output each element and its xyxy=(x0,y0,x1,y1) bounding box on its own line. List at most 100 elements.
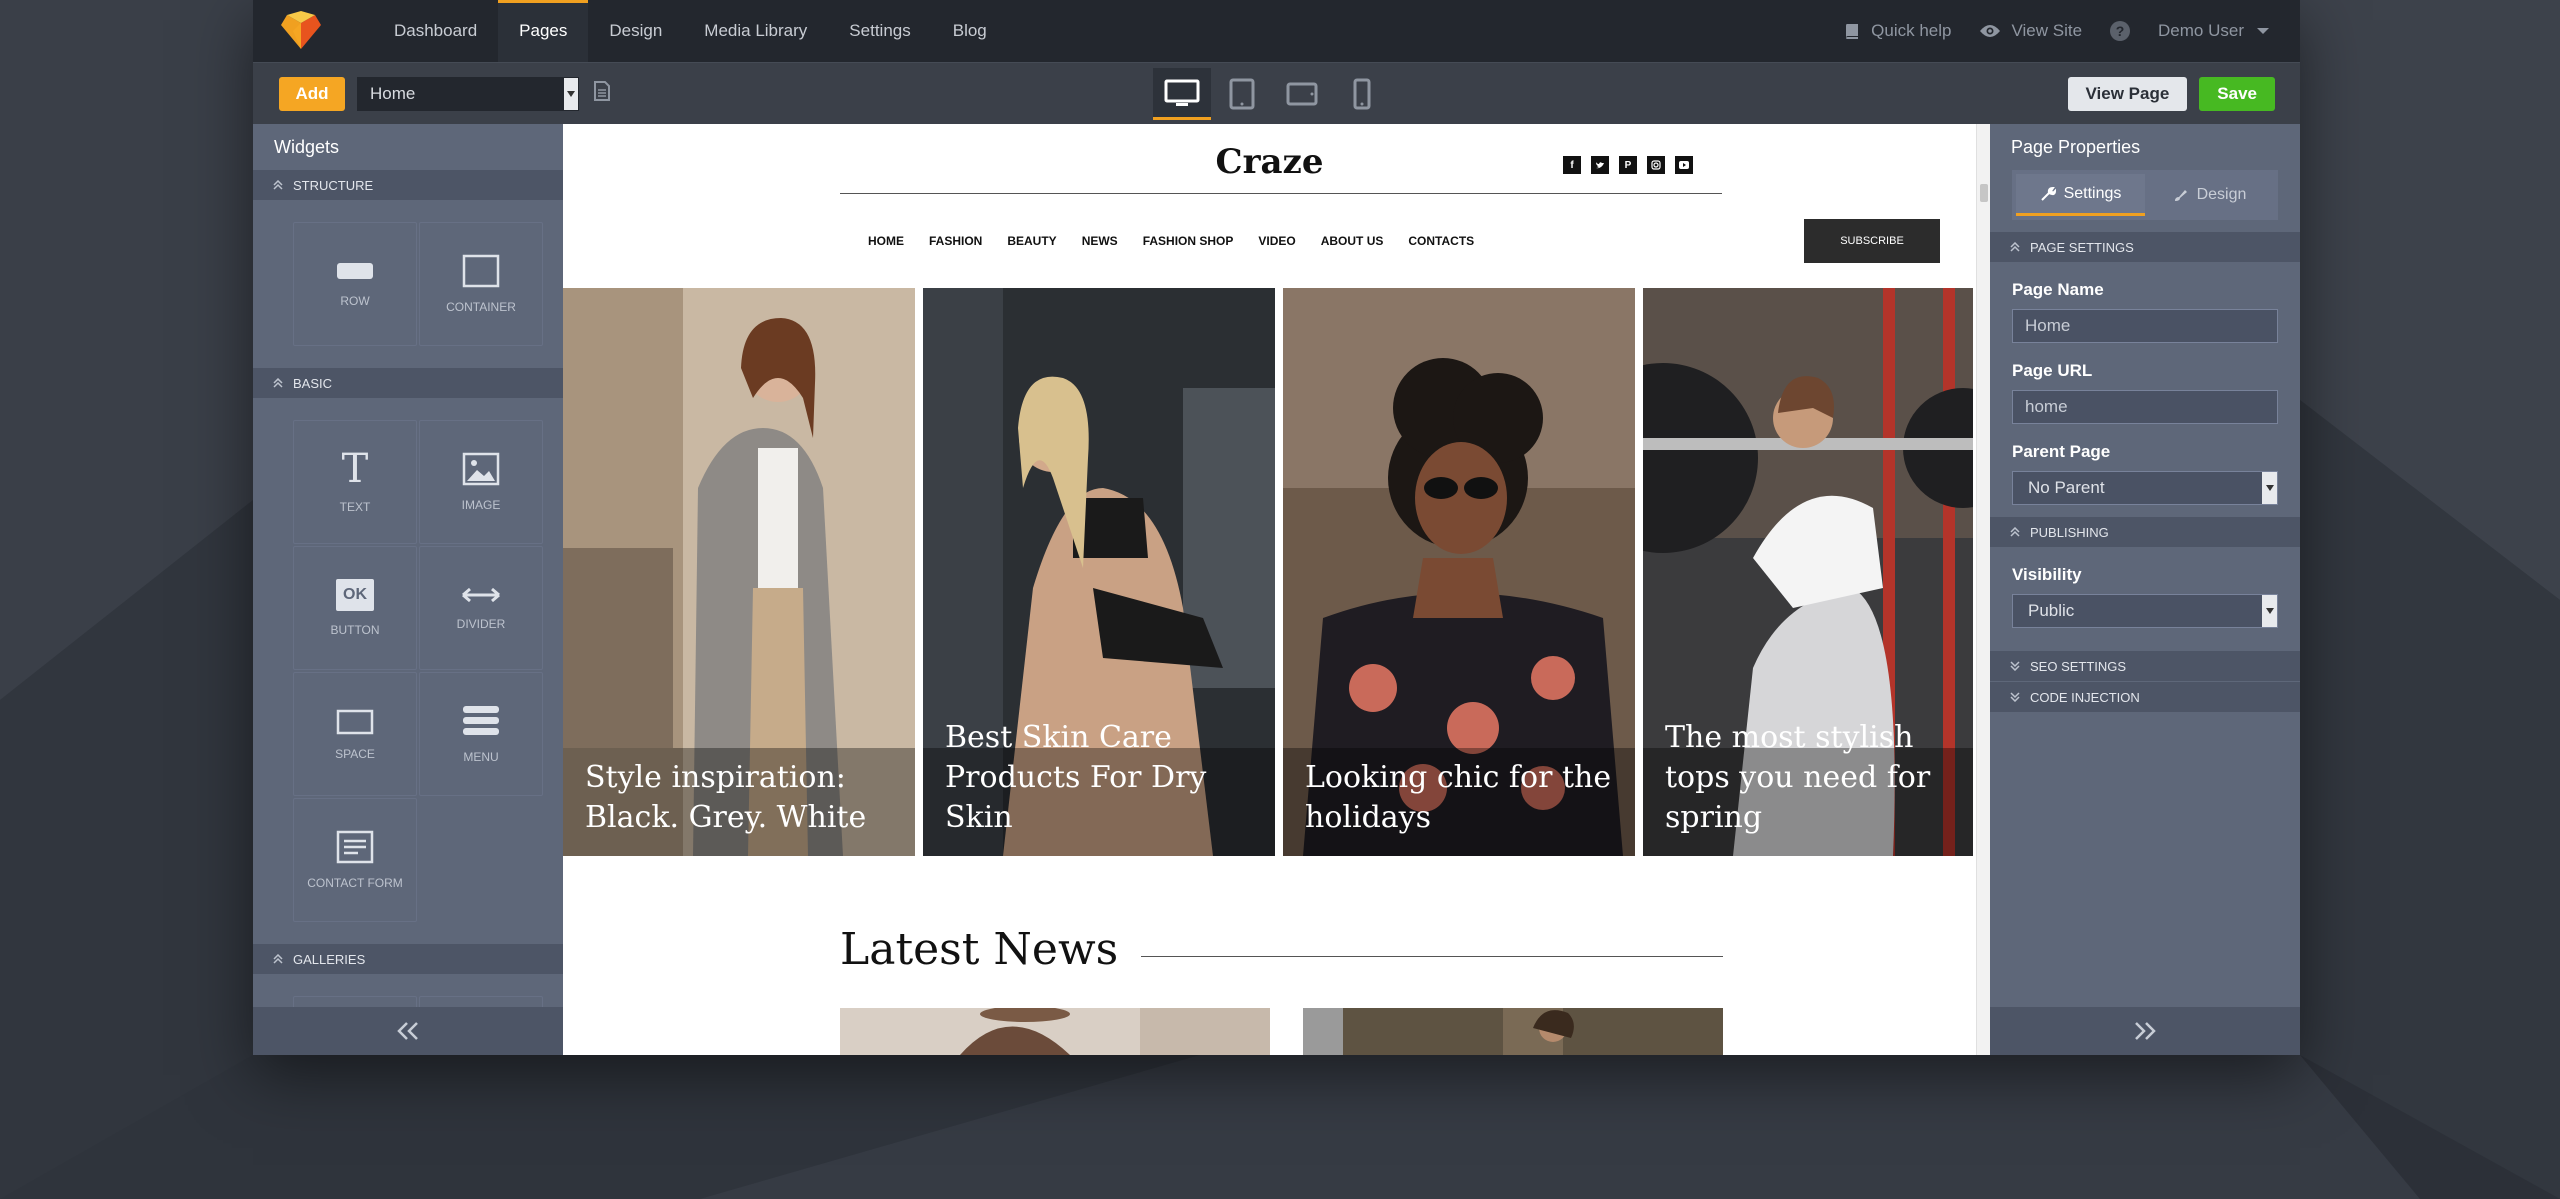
section-structure[interactable]: STRUCTURE xyxy=(253,170,563,200)
brush-icon xyxy=(2174,190,2187,201)
widget-button[interactable]: OK BUTTON xyxy=(293,546,417,670)
site-menu: HOME FASHION BEAUTY NEWS FASHION SHOP VI… xyxy=(868,234,1499,248)
visibility-select[interactable]: Public xyxy=(2012,594,2278,628)
toolbar-actions: View Page Save xyxy=(2067,76,2301,111)
social-links: f P xyxy=(1563,156,1703,174)
section-galleries[interactable]: GALLERIES xyxy=(253,944,563,974)
youtube-icon[interactable] xyxy=(1675,156,1693,174)
tablet-landscape-icon[interactable] xyxy=(1273,68,1331,120)
site-menu-contacts[interactable]: CONTACTS xyxy=(1408,234,1474,248)
widget-space[interactable]: SPACE xyxy=(293,672,417,796)
view-page-button[interactable]: View Page xyxy=(2067,76,2188,111)
post-card-title: The most stylish tops you need for sprin… xyxy=(1665,720,1931,835)
news-thumbnail[interactable] xyxy=(840,1008,1270,1055)
page-document-icon[interactable] xyxy=(593,81,611,106)
site-menu-beauty[interactable]: BEAUTY xyxy=(1007,234,1056,248)
site-menu-about-us[interactable]: ABOUT US xyxy=(1321,234,1384,248)
site-menu-fashion-shop[interactable]: FASHION SHOP xyxy=(1143,234,1234,248)
canvas-scrollbar[interactable] xyxy=(1976,124,1990,1055)
widget-contact-form-label: CONTACT FORM xyxy=(307,876,403,890)
tab-settings-label: Settings xyxy=(2063,184,2122,202)
widgets-panel: Widgets STRUCTURE ROW CONTAINER BASIC T … xyxy=(253,124,563,1055)
post-card[interactable]: Style inspiration: Black. Grey. White xyxy=(563,288,915,856)
widgets-panel-title: Widgets xyxy=(253,124,563,170)
latest-news-divider xyxy=(1141,956,1723,957)
site-menu-home[interactable]: HOME xyxy=(868,234,904,248)
post-card-title: Looking chic for the holidays xyxy=(1305,760,1612,835)
nav-media-library[interactable]: Media Library xyxy=(683,0,828,62)
visibility-label: Visibility xyxy=(2012,565,2082,584)
widget-text-label: TEXT xyxy=(339,500,371,514)
desktop-icon[interactable] xyxy=(1153,68,1211,120)
chevron-down-icon xyxy=(2010,692,2020,702)
quick-help-link[interactable]: Quick help xyxy=(1843,21,1951,41)
widget-menu[interactable]: MENU xyxy=(419,672,543,796)
nav-blog[interactable]: Blog xyxy=(932,0,1008,62)
page-select[interactable]: Home xyxy=(357,76,579,111)
post-card[interactable]: Best Skin Care Products For Dry Skin xyxy=(923,288,1275,856)
subscribe-button[interactable]: SUBSCRIBE xyxy=(1804,219,1940,263)
site-menu-news[interactable]: NEWS xyxy=(1082,234,1118,248)
wrench-icon xyxy=(2040,186,2056,201)
page-name-field[interactable]: Home xyxy=(2012,309,2278,343)
page-url-field[interactable]: home xyxy=(2012,390,2278,424)
logo[interactable] xyxy=(279,9,323,53)
instagram-icon[interactable] xyxy=(1647,156,1665,174)
collapse-left-panel[interactable] xyxy=(253,1007,563,1055)
chevron-down-icon xyxy=(2262,472,2277,504)
chevron-down-icon xyxy=(564,77,578,110)
top-right-actions: Quick help View Site ? Demo User xyxy=(1815,0,2300,62)
tab-settings[interactable]: Settings xyxy=(2016,174,2145,216)
chevron-up-icon xyxy=(273,180,283,190)
widget-contact-form[interactable]: CONTACT FORM xyxy=(293,798,417,922)
publishing-block: Visibility Public xyxy=(1990,565,2300,650)
twitter-icon[interactable] xyxy=(1591,156,1609,174)
section-page-settings[interactable]: PAGE SETTINGS xyxy=(1990,232,2300,262)
user-menu[interactable]: Demo User xyxy=(2158,21,2270,41)
facebook-icon[interactable]: f xyxy=(1563,156,1581,174)
eye-icon xyxy=(1980,25,2001,37)
main-menu: Dashboard Pages Design Media Library Set… xyxy=(373,0,1008,62)
section-code-injection[interactable]: CODE INJECTION xyxy=(1990,682,2300,712)
tablet-icon[interactable] xyxy=(1213,68,1271,120)
post-card[interactable]: The most stylish tops you need for sprin… xyxy=(1643,288,1973,856)
nav-pages[interactable]: Pages xyxy=(498,0,589,62)
mobile-icon[interactable] xyxy=(1333,68,1391,120)
post-card[interactable]: Looking chic for the holidays xyxy=(1283,288,1635,856)
widget-row[interactable]: ROW xyxy=(293,222,417,346)
save-button[interactable]: Save xyxy=(2199,76,2275,111)
pinterest-icon[interactable]: P xyxy=(1619,156,1637,174)
nav-design[interactable]: Design xyxy=(588,0,683,62)
scrollbar-thumb[interactable] xyxy=(1980,184,1988,202)
section-basic[interactable]: BASIC xyxy=(253,368,563,398)
section-seo-settings[interactable]: SEO SETTINGS xyxy=(1990,651,2300,681)
site-menu-video[interactable]: VIDEO xyxy=(1258,234,1295,248)
double-chevron-right-icon xyxy=(2135,1022,2156,1040)
site-brand[interactable]: Craze xyxy=(563,142,1976,182)
view-site-link[interactable]: View Site xyxy=(1979,21,2082,41)
structure-widgets: ROW CONTAINER xyxy=(253,200,563,368)
section-publishing[interactable]: PUBLISHING xyxy=(1990,517,2300,547)
help-button[interactable]: ? xyxy=(2110,21,2131,41)
widget-container[interactable]: CONTAINER xyxy=(419,222,543,346)
header-divider xyxy=(840,193,1722,194)
form-icon xyxy=(336,830,374,864)
tab-design[interactable]: Design xyxy=(2145,174,2274,216)
collapse-right-panel[interactable] xyxy=(1990,1007,2300,1055)
news-thumbnail[interactable] xyxy=(1303,1008,1723,1055)
widget-text[interactable]: T TEXT xyxy=(293,420,417,544)
nav-dashboard[interactable]: Dashboard xyxy=(373,0,498,62)
image-icon xyxy=(462,452,500,486)
site-menu-fashion[interactable]: FASHION xyxy=(929,234,982,248)
chevron-down-icon xyxy=(2262,595,2277,627)
view-site-label: View Site xyxy=(2011,21,2083,40)
parent-page-select[interactable]: No Parent xyxy=(2012,471,2278,505)
add-page-button[interactable]: Add xyxy=(279,76,345,111)
widget-divider[interactable]: DIVIDER xyxy=(419,546,543,670)
row-icon xyxy=(337,263,373,279)
page-canvas: Craze f P HOME FASHION BEAUTY NEWS FASHI… xyxy=(563,124,1990,1055)
post-card-title: Best Skin Care Products For Dry Skin xyxy=(945,720,1207,835)
widget-image[interactable]: IMAGE xyxy=(419,420,543,544)
nav-settings[interactable]: Settings xyxy=(828,0,931,62)
section-seo-label: SEO SETTINGS xyxy=(2030,658,2127,674)
